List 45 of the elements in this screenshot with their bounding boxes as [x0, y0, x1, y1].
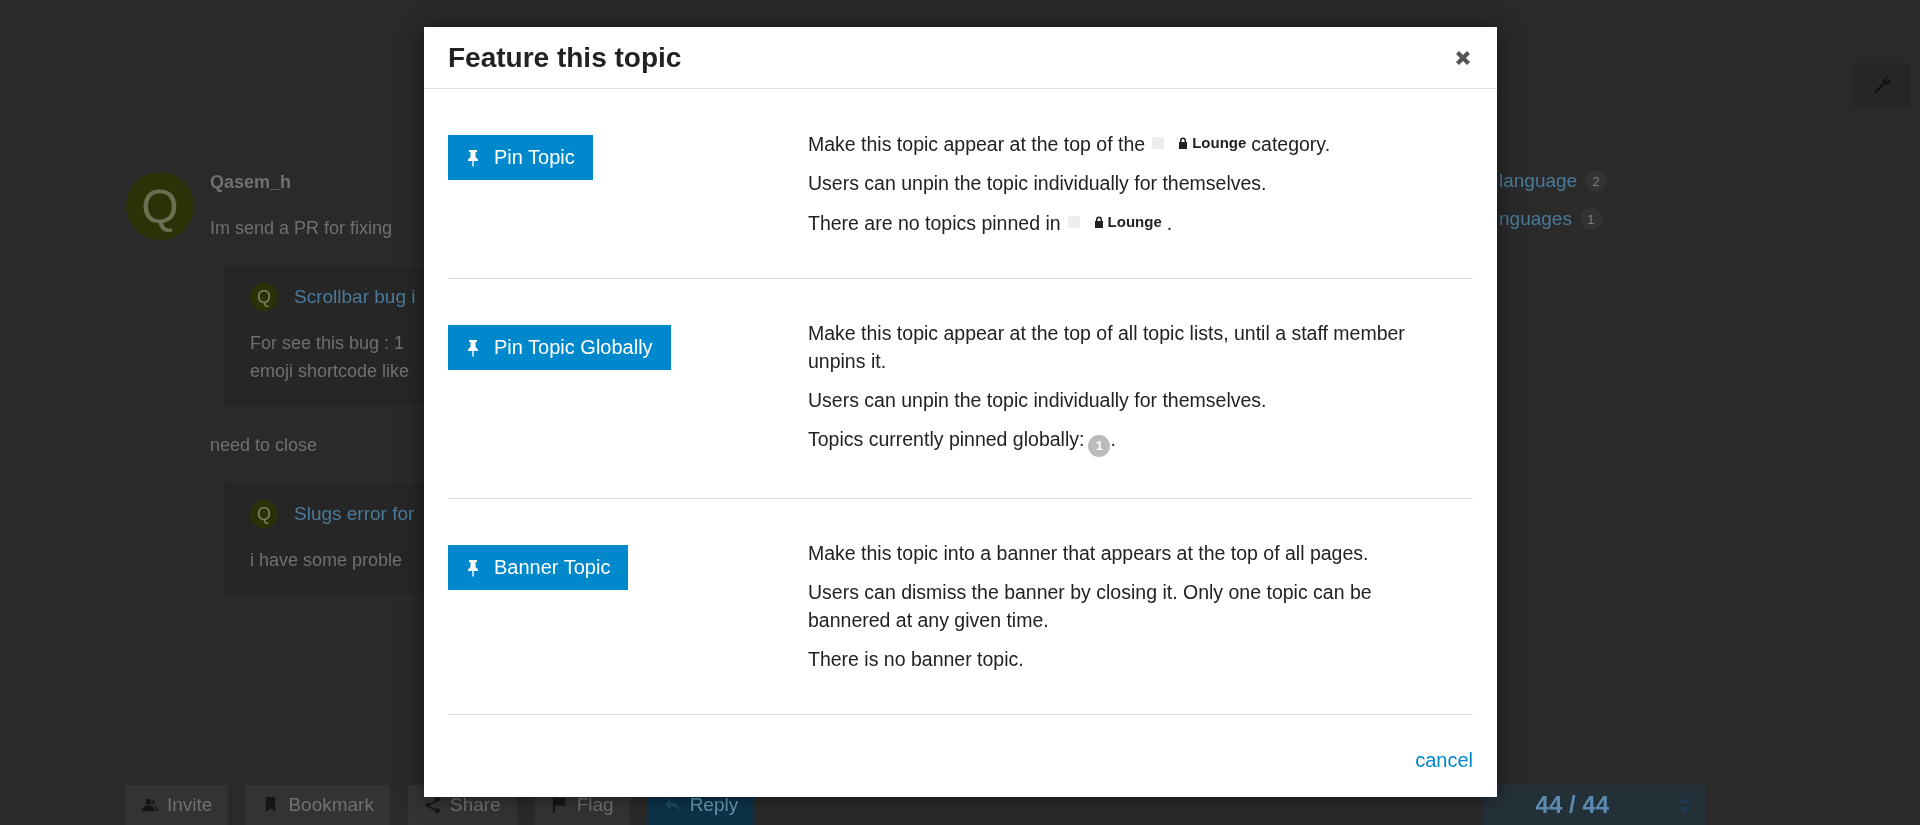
count-badge: 1 [1088, 435, 1111, 457]
dialog-title: Feature this topic [448, 41, 682, 74]
click-count: 1 [1579, 208, 1602, 230]
description-text: . [1110, 428, 1116, 450]
post-text: Im send a PR for fixing [210, 218, 393, 239]
category-badge[interactable]: Lounge [1152, 129, 1247, 157]
bookmark-button[interactable]: Bookmark [246, 785, 390, 825]
quote-avatar: Q [250, 500, 278, 528]
description-text: There is no banner topic. [808, 648, 1024, 670]
pin-icon [466, 148, 480, 167]
topic-link[interactable]: nguages [1499, 208, 1572, 230]
sort-arrows-icon [1679, 796, 1691, 814]
feature-button[interactable]: Pin Topic [448, 135, 593, 180]
progress-count: 44 / 44 [1535, 791, 1609, 819]
topic-progress[interactable]: 44 / 44 [1482, 785, 1705, 825]
description-text: Topics currently pinned globally: [808, 428, 1085, 450]
pin-icon [466, 558, 480, 577]
description-text: Users can unpin the topic individually for themselves. [808, 389, 1267, 411]
description-text: category. [1251, 133, 1331, 155]
quote-avatar: Q [250, 283, 278, 311]
feature-button[interactable]: Banner Topic [448, 545, 629, 590]
invite-button[interactable]: Invite [125, 785, 229, 825]
cancel-link[interactable]: cancel [1415, 748, 1473, 772]
quote-text: For see this bug : 1 [250, 332, 406, 355]
category-badge[interactable]: Lounge [1067, 208, 1162, 236]
description-text: Make this topic appear at the top of all topic lists, until a staff member unpins it. [808, 322, 1405, 372]
user-avatar[interactable]: Q [126, 172, 194, 240]
quote-title-link[interactable]: Scrollbar bug i [294, 286, 416, 308]
description-text: Users can dismiss the banner by closing it. Only one topic can be bannered at any given time. [808, 581, 1372, 631]
quote-title-link[interactable]: Slugs error for [294, 503, 415, 525]
description-text: There are no topics pinned in [808, 212, 1061, 234]
description-text: . [1166, 212, 1173, 234]
flag-icon [550, 796, 569, 814]
pin-icon [466, 338, 480, 357]
quote-text: i have some proble [250, 549, 404, 572]
description-text: Make this topic appear at the top of the [808, 133, 1146, 155]
username[interactable]: Qasem_h [210, 172, 292, 193]
description-text: Users can unpin the topic individually for themselves. [808, 172, 1267, 194]
click-count: 2 [1585, 170, 1608, 192]
quote-text: emoji shortcode like [250, 360, 411, 383]
description-text: Make this topic into a banner that appears at the top of all pages. [808, 542, 1369, 564]
invite-icon [141, 796, 159, 814]
post-text: need to close [210, 435, 318, 456]
feature-button[interactable]: Pin Topic Globally [448, 325, 671, 370]
topic-link[interactable]: language [1499, 170, 1578, 192]
